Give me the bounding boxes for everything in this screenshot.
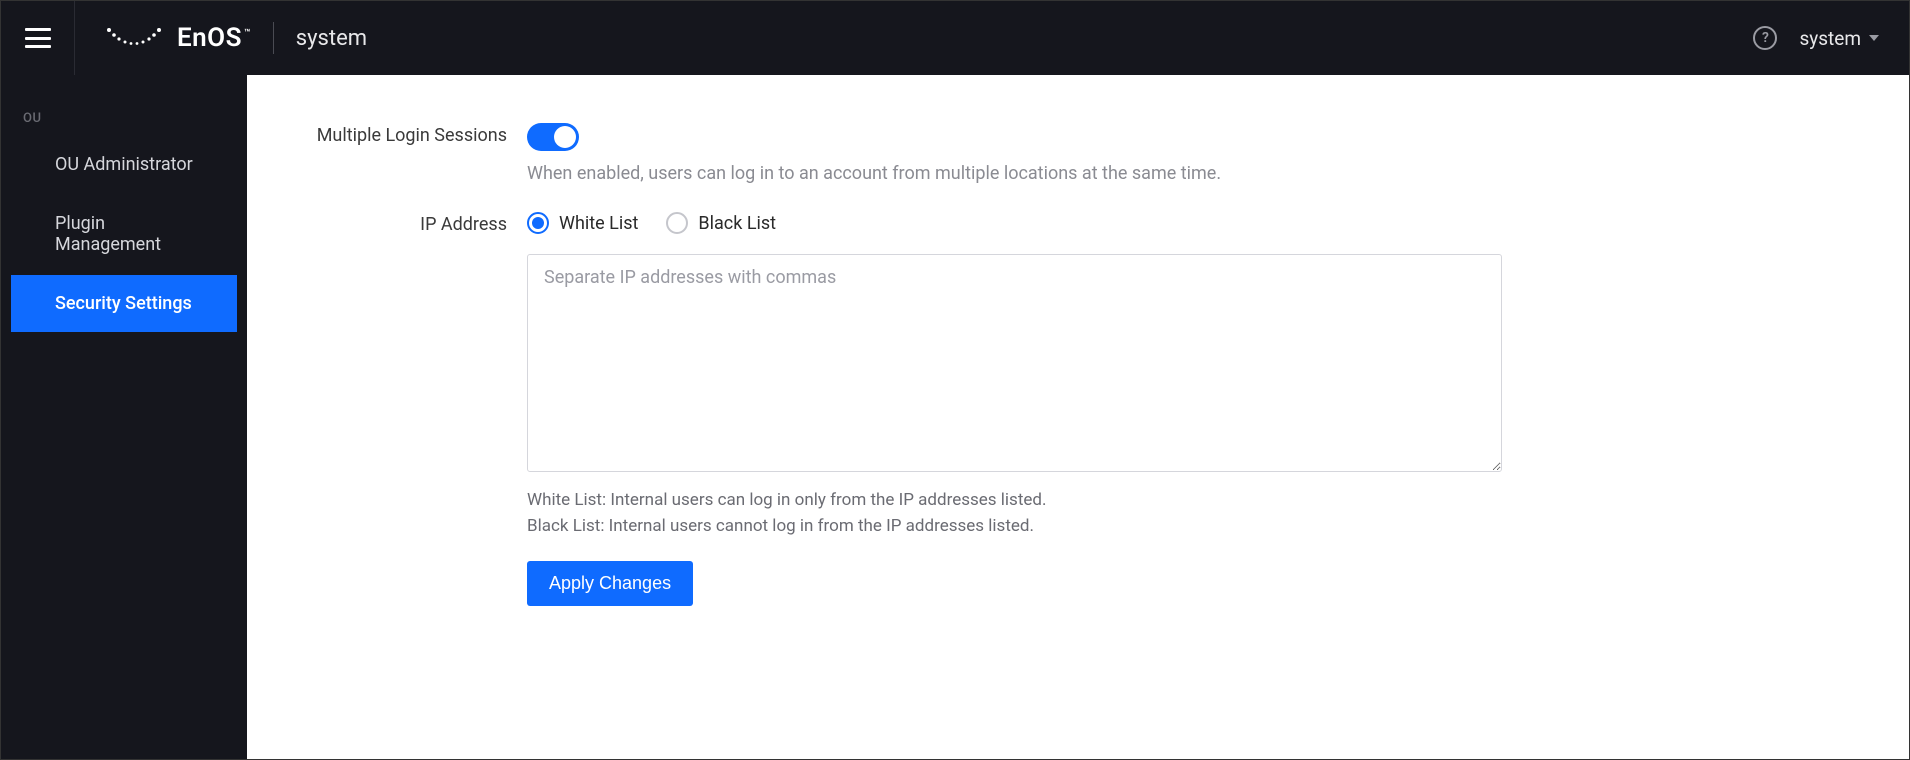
caret-down-icon	[1869, 35, 1879, 41]
multiple-login-label: Multiple Login Sessions	[287, 123, 527, 146]
logo-swoosh-icon	[105, 24, 165, 52]
ip-address-row: IP Address White List Black List	[287, 212, 1869, 606]
user-menu-label: system	[1799, 27, 1861, 50]
help-icon[interactable]: ?	[1753, 26, 1777, 50]
ip-help-black: Black List: Internal users cannot log in…	[527, 514, 1527, 540]
sidebar-item-label: OU Administrator	[55, 154, 193, 175]
main-content: Multiple Login Sessions When enabled, us…	[247, 75, 1909, 759]
radio-circle-icon	[527, 212, 549, 234]
hamburger-icon	[25, 28, 51, 48]
ip-address-label: IP Address	[287, 212, 527, 235]
sidebar-section-label: OU	[1, 103, 247, 134]
radio-black-list-label: Black List	[698, 213, 776, 234]
multiple-login-help: When enabled, users can log in to an acc…	[527, 163, 1527, 184]
radio-white-list[interactable]: White List	[527, 212, 638, 234]
brand-name: EnOS™	[177, 23, 251, 53]
user-menu[interactable]: system	[1799, 27, 1879, 50]
hamburger-menu-button[interactable]	[1, 1, 75, 75]
multiple-login-row: Multiple Login Sessions When enabled, us…	[287, 123, 1869, 184]
sidebar: OU OU Administrator Plugin Management Se…	[1, 75, 247, 759]
logo-area: EnOS™ system	[75, 22, 367, 54]
header-app-name: system	[296, 26, 367, 51]
header-right: ? system	[1753, 26, 1909, 50]
header: EnOS™ system ? system	[1, 1, 1909, 75]
header-divider	[273, 22, 274, 54]
ip-radio-group: White List Black List	[527, 212, 1527, 234]
sidebar-item-label: Plugin Management	[55, 213, 161, 255]
sidebar-item-ou-administrator[interactable]: OU Administrator	[11, 136, 237, 193]
sidebar-item-security-settings[interactable]: Security Settings	[11, 275, 237, 332]
ip-address-textarea[interactable]	[527, 254, 1502, 472]
ip-help-white: White List: Internal users can log in on…	[527, 488, 1527, 514]
radio-black-list[interactable]: Black List	[666, 212, 776, 234]
radio-circle-icon	[666, 212, 688, 234]
multiple-login-toggle[interactable]	[527, 123, 579, 151]
sidebar-item-label: Security Settings	[55, 293, 192, 314]
toggle-knob	[554, 126, 576, 148]
radio-white-list-label: White List	[559, 213, 638, 234]
apply-changes-button[interactable]: Apply Changes	[527, 561, 693, 606]
sidebar-item-plugin-management[interactable]: Plugin Management	[11, 195, 237, 273]
ip-help-text: White List: Internal users can log in on…	[527, 488, 1527, 539]
